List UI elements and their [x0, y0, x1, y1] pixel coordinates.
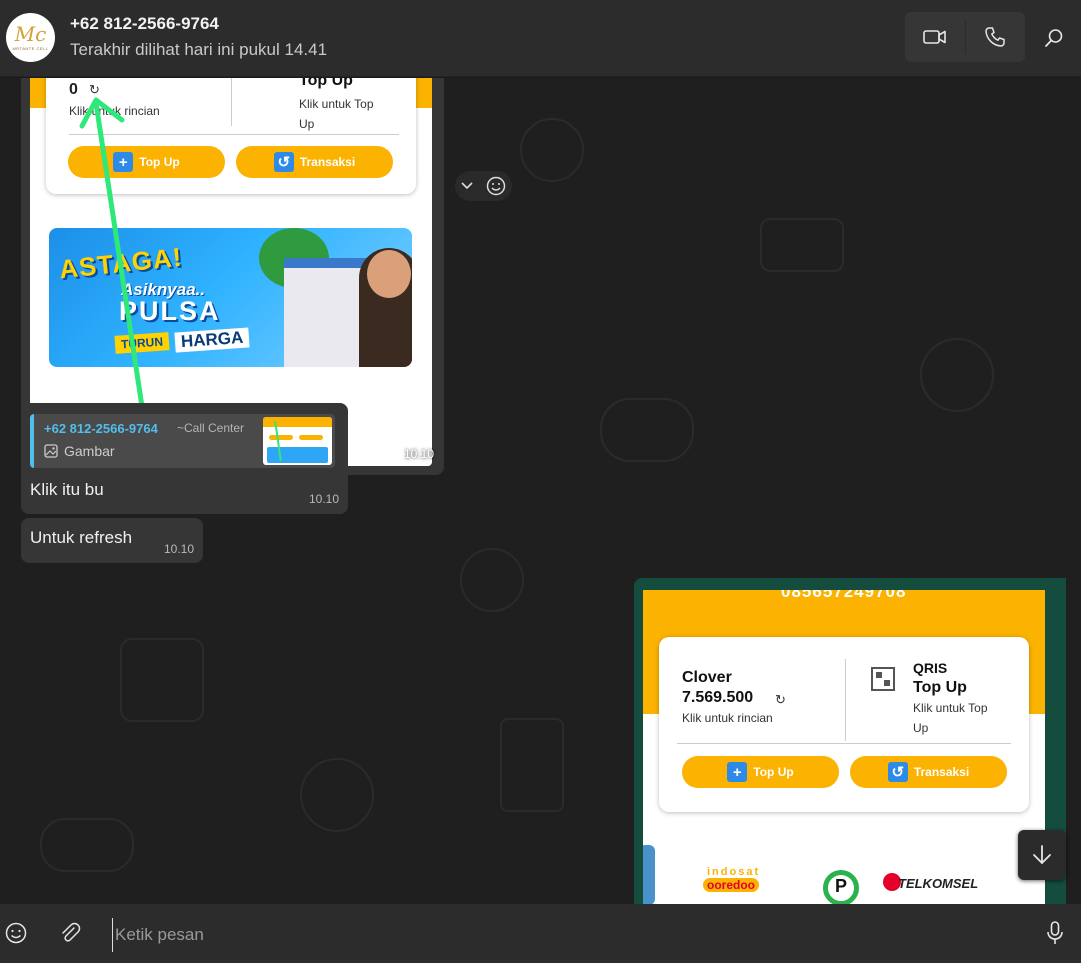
quoted-image-thumbnail [263, 417, 332, 465]
card-separator [677, 743, 1011, 744]
chevron-down-icon[interactable] [461, 182, 473, 190]
indosat-logo: indosat ooredoo [703, 866, 781, 892]
wallpaper-doodle [500, 718, 564, 812]
topup-hint: Klik untuk Top Up [913, 701, 988, 735]
call-button-group [905, 12, 1025, 62]
message-text: Untuk refresh [30, 528, 133, 547]
contact-name[interactable]: +62 812-2566-9764 [70, 14, 219, 34]
wallpaper-doodle [600, 398, 694, 462]
account-name: Clover [682, 669, 732, 686]
contact-status: Terakhir dilihat hari ini pukul 14.41 [70, 40, 328, 59]
topup-button-label: Top Up [753, 765, 794, 779]
contact-avatar[interactable]: Mc MRTANTE CELL [6, 13, 55, 62]
qr-code-icon [871, 667, 895, 691]
card-divider [845, 659, 846, 741]
transaksi-button-label: Transaksi [913, 765, 970, 779]
emoji-icon [5, 922, 27, 944]
topup-title: Top Up [913, 679, 967, 696]
arrow-down-icon [1033, 845, 1051, 864]
emoji-button[interactable] [3, 920, 29, 946]
emoji-react-icon[interactable] [486, 176, 506, 196]
wallpaper-doodle [520, 118, 584, 182]
transaksi-button: ↺ Transaksi [850, 756, 1007, 788]
message-time: 10.10 [403, 447, 434, 461]
operator-logos: indosat ooredoo TELKOMSEL [643, 840, 1045, 904]
telkomsel-logo: TELKOMSEL [898, 876, 979, 891]
wallpaper-doodle [460, 548, 524, 612]
wallpaper-doodle [920, 338, 994, 412]
chat-header: Mc MRTANTE CELL +62 812-2566-9764 Terakh… [0, 0, 1081, 77]
scroll-to-bottom-button[interactable] [1018, 830, 1066, 880]
account-phone: 085657249708 [781, 590, 907, 601]
microphone-icon [1047, 921, 1063, 944]
wallpaper-doodle [760, 218, 844, 272]
voice-message-button[interactable] [1042, 920, 1068, 946]
balance-card: Clover 7.569.500 ↻ Klik untuk rincian QR… [659, 637, 1029, 812]
voice-call-button[interactable] [965, 12, 1025, 62]
refresh-icon: ↻ [775, 692, 786, 707]
balance-value: 7.569.500 [682, 689, 754, 706]
message-time: 10.10 [309, 492, 340, 506]
paperclip-icon [62, 922, 81, 942]
chat-area[interactable]: 0 ↻ Klik untuk rincian Top Up Klik untuk… [0, 78, 1081, 904]
logo-partial [643, 845, 655, 904]
image-icon [44, 444, 58, 458]
indosat-logo-text: indosat [707, 866, 761, 878]
quoted-type: Gambar [44, 443, 115, 459]
attach-button[interactable] [57, 920, 83, 946]
quoted-sender: +62 812-2566-9764 [44, 421, 158, 436]
wallpaper-doodle [300, 758, 374, 832]
outgoing-image-message[interactable]: 085657249708 Clover 7.569.500 ↻ Klik unt… [634, 578, 1066, 904]
ooredoo-logo-text: ooredoo [703, 878, 759, 892]
wallpaper-doodle [120, 638, 204, 722]
quoted-type-label: Gambar [64, 443, 115, 459]
quoted-sender-tag: ~Call Center [177, 421, 245, 435]
avatar-logo-text: Mc [14, 22, 47, 46]
reply-message[interactable]: +62 812-2566-9764 ~Call Center Gambar Kl… [21, 403, 348, 514]
balance-hint: Klik untuk rincian [682, 711, 773, 725]
app-screenshot-image[interactable]: 085657249708 Clover 7.569.500 ↻ Klik unt… [643, 590, 1045, 904]
message-text: Klik itu bu [30, 480, 104, 499]
search-button[interactable] [1040, 24, 1068, 52]
history-icon: ↺ [887, 762, 908, 782]
video-call-icon [922, 30, 946, 44]
provider-p-logo [823, 870, 859, 904]
message-time: 10.10 [164, 542, 195, 556]
text-message[interactable]: Untuk refresh 10.10 [21, 518, 203, 563]
wallpaper-doodle [40, 818, 134, 872]
avatar-logo-subtext: MRTANTE CELL [12, 46, 49, 51]
topup-button: + Top Up [682, 756, 839, 788]
search-icon [1045, 29, 1063, 47]
message-input[interactable] [112, 918, 1017, 952]
video-call-button[interactable] [905, 12, 965, 62]
message-composer [0, 904, 1081, 963]
message-actions-pill [455, 171, 512, 201]
quoted-message[interactable]: +62 812-2566-9764 ~Call Center Gambar [30, 414, 335, 468]
qris-label: QRIS [913, 660, 948, 676]
plus-icon: + [727, 762, 748, 782]
voice-call-icon [985, 27, 1005, 47]
